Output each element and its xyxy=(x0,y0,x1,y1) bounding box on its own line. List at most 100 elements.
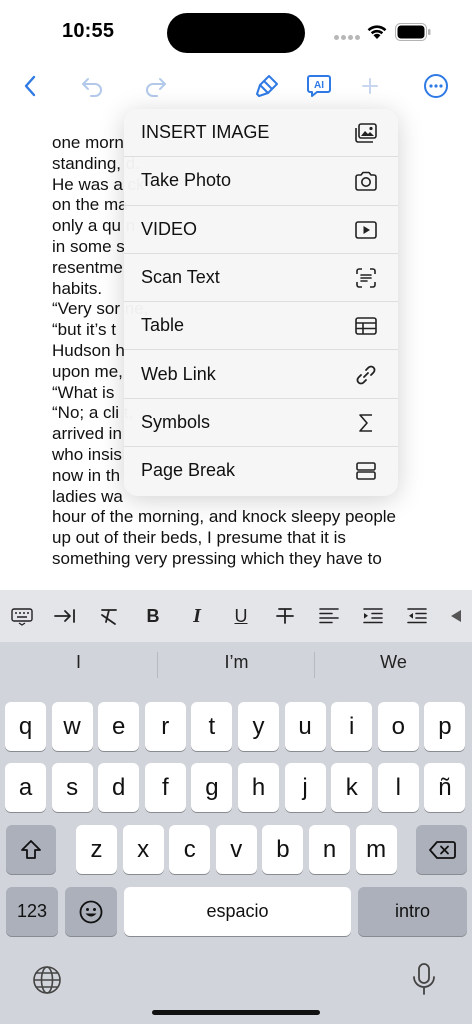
menu-item-insert-image[interactable]: INSERT IMAGE xyxy=(124,109,398,158)
key-x[interactable]: x xyxy=(122,825,164,874)
key-z[interactable]: z xyxy=(76,825,117,874)
wifi-icon xyxy=(366,22,388,45)
dynamic-island xyxy=(167,13,305,53)
predictive-bar: I I’m We xyxy=(0,642,472,686)
ai-button[interactable]: AI xyxy=(303,70,335,102)
tab-indent-icon xyxy=(54,609,75,623)
italic-button[interactable]: I xyxy=(181,600,213,632)
microphone-icon[interactable] xyxy=(410,962,438,1001)
increase-indent-button[interactable] xyxy=(357,600,389,632)
clear-format-icon xyxy=(101,609,117,625)
menu-item-label: Page Break xyxy=(141,460,236,481)
menu-item-label: Symbols xyxy=(141,411,211,432)
editor-toolbar: AI xyxy=(0,64,472,108)
more-button[interactable] xyxy=(420,70,452,102)
decrease-indent-button[interactable] xyxy=(401,600,433,632)
undo-button[interactable] xyxy=(76,70,108,102)
key-e[interactable]: e xyxy=(98,702,140,751)
key-k[interactable]: k xyxy=(331,763,373,812)
ai-icon: AI xyxy=(307,75,331,97)
key-o[interactable]: o xyxy=(377,702,419,751)
underline-button[interactable]: U xyxy=(225,600,257,632)
battery-icon xyxy=(395,23,431,41)
prediction-2[interactable]: I’m xyxy=(158,652,315,673)
strikethrough-button[interactable] xyxy=(269,600,301,632)
key-h[interactable]: h xyxy=(238,763,279,812)
more-icon xyxy=(424,74,448,98)
key-q[interactable]: q xyxy=(5,702,46,751)
key-d[interactable]: d xyxy=(98,763,140,812)
menu-item-symbols[interactable]: Symbols xyxy=(124,399,398,448)
menu-item-label: Scan Text xyxy=(141,266,220,287)
menu-item-label: INSERT IMAGE xyxy=(141,122,270,142)
key-j[interactable]: j xyxy=(284,763,326,812)
key-b[interactable]: b xyxy=(262,825,304,874)
redo-button[interactable] xyxy=(140,70,172,102)
key-g[interactable]: g xyxy=(191,763,233,812)
clear-format-button[interactable] xyxy=(93,600,125,632)
align-left-icon xyxy=(319,608,339,624)
emoji-key[interactable] xyxy=(65,887,117,936)
more-format-button[interactable] xyxy=(444,600,468,632)
key-a[interactable]: a xyxy=(5,763,46,812)
insert-menu: INSERT IMAGE Take Photo VIDEO Scan Text … xyxy=(124,109,398,496)
redo-icon xyxy=(146,78,166,97)
key-l[interactable]: l xyxy=(377,763,419,812)
shift-key[interactable] xyxy=(6,825,56,874)
key-f[interactable]: f xyxy=(144,763,186,812)
key-w[interactable]: w xyxy=(51,702,93,751)
menu-item-scan-text[interactable]: Scan Text xyxy=(124,254,398,303)
numbers-key[interactable]: 123 xyxy=(6,887,58,936)
prediction-3[interactable]: We xyxy=(315,652,472,673)
key-m[interactable]: m xyxy=(355,825,397,874)
menu-item-take-photo[interactable]: Take Photo xyxy=(124,157,398,206)
back-button[interactable] xyxy=(14,70,46,102)
return-key[interactable]: intro xyxy=(358,887,467,936)
align-left-button[interactable] xyxy=(313,600,345,632)
key-s[interactable]: s xyxy=(51,763,93,812)
globe-icon[interactable] xyxy=(31,964,63,1001)
hide-keyboard-button[interactable] xyxy=(6,600,38,632)
key-n[interactable]: n xyxy=(309,825,350,874)
video-icon xyxy=(353,218,379,242)
menu-item-label: VIDEO xyxy=(141,218,198,239)
plus-icon xyxy=(362,78,378,94)
format-brush-button[interactable] xyxy=(251,70,283,102)
menu-item-page-break[interactable]: Page Break xyxy=(124,447,398,495)
menu-item-label: Take Photo xyxy=(141,170,232,191)
bold-button[interactable]: B xyxy=(137,600,169,632)
key-v[interactable]: v xyxy=(215,825,257,874)
menu-item-label: Web Link xyxy=(141,363,216,384)
key-t[interactable]: t xyxy=(191,702,233,751)
undo-icon xyxy=(82,78,102,97)
prediction-1[interactable]: I xyxy=(0,652,157,673)
format-bar: B I U xyxy=(0,590,472,642)
key-ñ[interactable]: ñ xyxy=(424,763,466,812)
indent-button[interactable] xyxy=(49,600,81,632)
key-p[interactable]: p xyxy=(424,702,466,751)
emoji-icon xyxy=(79,900,103,923)
home-indicator xyxy=(152,1010,320,1015)
menu-item-web-link[interactable]: Web Link xyxy=(124,351,398,399)
scan-text-icon xyxy=(353,266,379,290)
key-r[interactable]: r xyxy=(144,702,186,751)
status-time: 10:55 xyxy=(62,20,115,42)
triangle-left-icon xyxy=(451,610,461,622)
space-key[interactable]: espacio xyxy=(124,887,351,936)
shift-icon xyxy=(21,839,41,859)
signal-icon xyxy=(334,35,360,41)
decrease-indent-icon xyxy=(407,608,427,624)
add-button[interactable] xyxy=(354,70,386,102)
increase-indent-icon xyxy=(363,608,383,624)
document-line: hour of the morning, and knock sleepy pe… xyxy=(52,507,397,527)
delete-icon xyxy=(428,840,456,859)
keyboard-icon xyxy=(11,608,33,626)
menu-item-video[interactable]: VIDEO xyxy=(124,206,398,254)
key-c[interactable]: c xyxy=(169,825,211,874)
delete-key[interactable] xyxy=(416,825,467,874)
key-y[interactable]: y xyxy=(238,702,279,751)
page-break-icon xyxy=(353,459,379,483)
menu-item-table[interactable]: Table xyxy=(124,302,398,351)
key-i[interactable]: i xyxy=(331,702,373,751)
key-u[interactable]: u xyxy=(284,702,326,751)
